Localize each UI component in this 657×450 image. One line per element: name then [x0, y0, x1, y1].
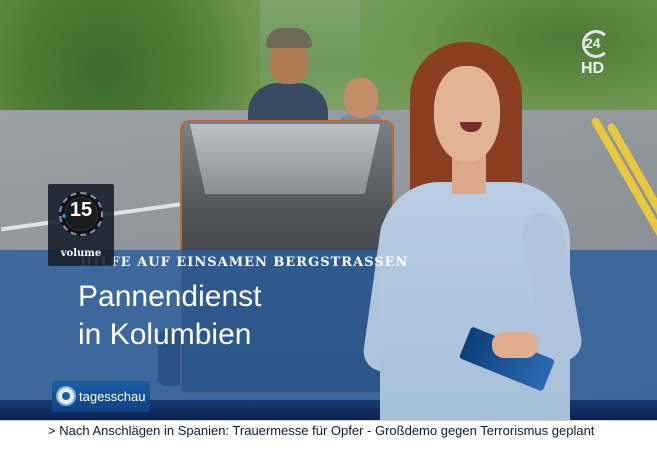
news-ticker: > Nach Anschlägen in Spanien: Trauermess… [0, 420, 657, 441]
volume-overlay: 15 volume [48, 184, 114, 266]
volume-label: volume [60, 248, 102, 259]
lower-third-headline-line2: in Kolumbien [78, 318, 252, 351]
tagesschau-logo-text: tagesschau [79, 389, 146, 404]
channel-number: 24 [585, 35, 601, 51]
volume-value: 15 [69, 199, 93, 221]
globe-icon [56, 386, 76, 406]
tagesschau-logo: tagesschau [52, 381, 150, 412]
ticker-text: > Nach Anschlägen in Spanien: Trauermess… [48, 423, 595, 438]
ticker-bottom-strip [0, 440, 657, 450]
vehicle-windscreen [190, 124, 380, 194]
channel-logo: 24 HD [578, 30, 618, 80]
lower-third-topline: HILFE AUF EINSAMEN BERGSTRASSEN [80, 255, 409, 270]
lower-third-headline-line1: Pannendienst [78, 280, 262, 313]
tv-screen: HILFE AUF EINSAMEN BERGSTRASSEN Pannendi… [0, 0, 657, 450]
hd-badge: HD [581, 60, 605, 77]
news-presenter [361, 42, 585, 427]
